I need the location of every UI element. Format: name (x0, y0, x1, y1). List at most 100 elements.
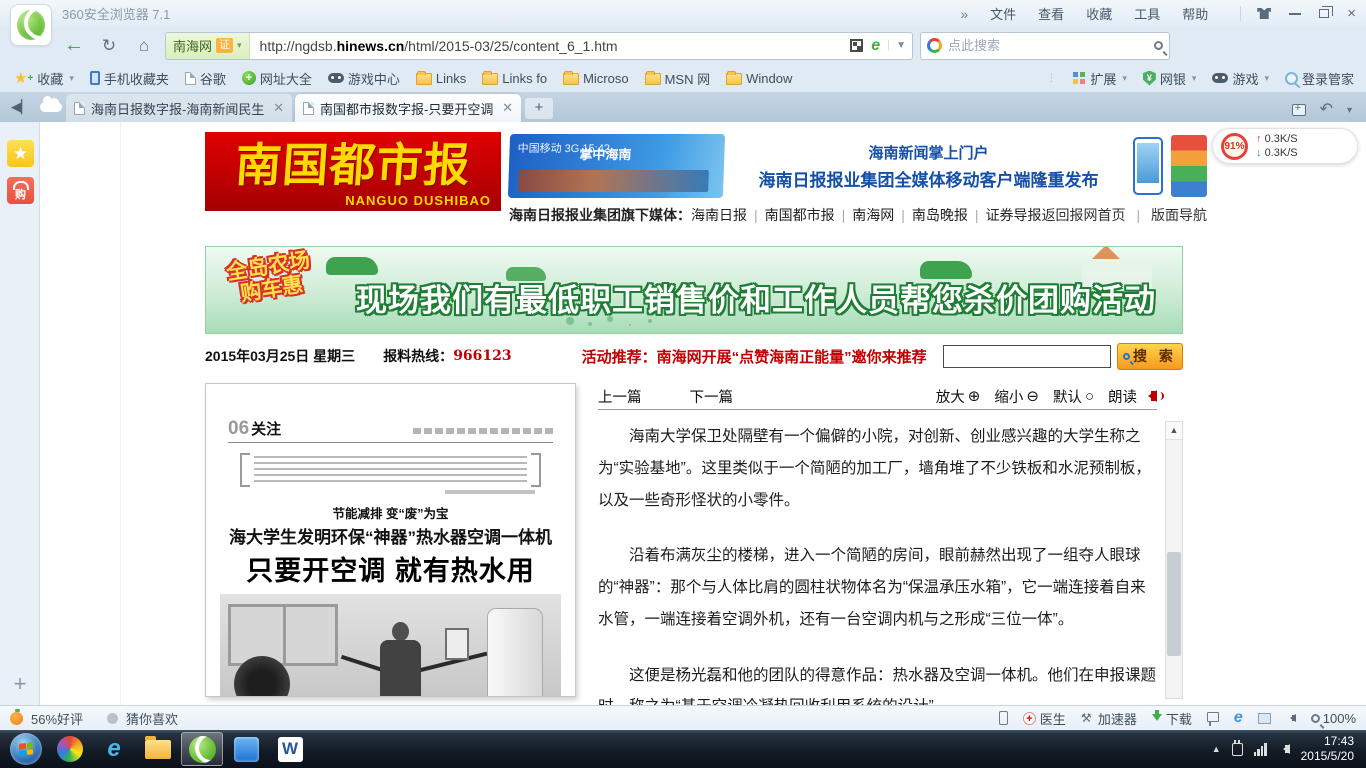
back-button[interactable]: ← (60, 33, 88, 59)
next-article-link[interactable]: 下一篇 (690, 386, 734, 407)
login-manager-button[interactable]: 登录管家 (1285, 69, 1354, 88)
rating-label[interactable]: 56%好评 (31, 709, 83, 728)
windows-flag-icon (19, 742, 33, 755)
tab-close-icon[interactable]: ✕ (273, 100, 284, 116)
tab-hainan-daily[interactable]: 海南日报数字报-海南新闻民生 ✕ (66, 94, 292, 122)
mobile-icon[interactable] (999, 711, 1008, 725)
tab-menu-chevron-icon[interactable]: ▾ (1347, 105, 1352, 116)
zoom-control[interactable]: 100% (1311, 711, 1356, 726)
restore-tab-icon[interactable] (1292, 104, 1306, 116)
doctor-button[interactable]: +医生 (1023, 709, 1066, 728)
report-flag-icon[interactable] (1207, 712, 1219, 722)
bookmark-google[interactable]: 谷歌 (185, 69, 226, 88)
tray-expand-icon[interactable]: ▲ (1212, 744, 1221, 754)
zoom-in-button[interactable]: 放大⊕ (936, 386, 981, 407)
speed-indicator[interactable]: 91% ↑ 0.3K/S ↓ 0.3K/S (1212, 128, 1358, 164)
suggest-label[interactable]: 猜你喜欢 (126, 709, 178, 728)
undo-close-icon[interactable]: ↶ (1320, 102, 1333, 118)
skin-icon[interactable] (1257, 8, 1271, 19)
games-button[interactable]: 游戏▾ (1212, 69, 1269, 88)
mute-icon[interactable] (1286, 714, 1296, 722)
bookmark-folder-linksfo[interactable]: Links fo (482, 71, 547, 86)
bookmark-navsite[interactable]: +网址大全 (242, 69, 312, 88)
page-nav-link[interactable]: 版面导航 (1151, 207, 1207, 223)
app-ad-banner[interactable]: 中国移动 3G 15:42 掌中海南 海南新闻掌上门户 海南日报报业集团全媒体移… (509, 132, 1207, 200)
menu-view[interactable]: 查看 (1038, 4, 1064, 23)
prev-article-link[interactable]: 上一篇 (598, 386, 642, 407)
restore-button[interactable] (1319, 9, 1329, 18)
menu-overflow-icon[interactable]: » (960, 6, 968, 22)
signal-bars-icon[interactable] (1254, 743, 1267, 756)
taskbar-word-icon[interactable]: W (269, 732, 311, 766)
close-button[interactable]: × (1347, 6, 1356, 21)
download-icon (1152, 714, 1162, 726)
extensions-button[interactable]: 扩展▾ (1073, 69, 1127, 88)
bookmark-folder-links[interactable]: Links (416, 71, 466, 86)
ie-mode-icon[interactable]: e (1234, 710, 1243, 726)
accelerator-button[interactable]: ⚒加速器 (1081, 709, 1137, 728)
menu-file[interactable]: 文件 (990, 4, 1016, 23)
refresh-button[interactable]: ↻ (95, 33, 123, 59)
promo-ad-banner[interactable]: 全岛农场 购车惠 现场我们有最低职工销售价和工作人员帮您杀价团购活动 (205, 246, 1183, 334)
compat-mode-icon[interactable]: e (871, 38, 880, 54)
download-button[interactable]: 下载 (1152, 709, 1192, 728)
tab-nanguo-dushibao[interactable]: 南国都市报数字报-只要开空调 ✕ (295, 94, 521, 122)
tray-clock[interactable]: 17:43 2015/5/20 (1301, 734, 1354, 764)
site-search-button[interactable]: 搜 索 (1117, 343, 1183, 370)
back-home-link[interactable]: 返回报网首页 (1042, 207, 1126, 223)
bookmark-folder-microso[interactable]: Microso (563, 71, 629, 86)
search-box[interactable] (920, 32, 1170, 60)
article-scrollbar[interactable]: ▲ (1165, 421, 1183, 699)
bookmark-game-center[interactable]: 游戏中心 (328, 69, 400, 88)
media-link-securities[interactable]: 证券导报 (986, 205, 1042, 225)
browser-logo-icon[interactable] (10, 4, 52, 46)
scroll-up-icon[interactable]: ▲ (1166, 422, 1182, 440)
volume-icon[interactable] (1278, 744, 1290, 754)
read-aloud-button[interactable]: 朗读 (1108, 386, 1157, 407)
taskbar-sogou-icon[interactable] (49, 732, 91, 766)
search-icon[interactable] (1154, 41, 1163, 50)
chevron-down-icon: ▾ (1264, 73, 1269, 84)
site-identity-badge[interactable]: 南海网 证 ▾ (166, 33, 250, 59)
taskbar-explorer-icon[interactable] (137, 732, 179, 766)
newspaper-page-thumbnail[interactable]: 06 关注 节能减排 变“废”为宝 海大学生发明环保“神器”热水器空调一体机 只… (205, 383, 576, 697)
shopping-panel-button[interactable]: 购 (7, 177, 34, 204)
home-button[interactable]: ⌂ (130, 33, 158, 59)
menu-tools[interactable]: 工具 (1134, 4, 1160, 23)
search-input[interactable] (948, 38, 1148, 53)
taskbar-communicator-icon[interactable] (225, 732, 267, 766)
media-link-nandao[interactable]: 南岛晚报 (912, 205, 968, 225)
newspaper-logo[interactable]: 南国都市报 NANGUO DUSHIBAO (205, 132, 501, 211)
default-size-button[interactable]: 默认○ (1053, 386, 1094, 407)
zoom-out-button[interactable]: 缩小⊖ (994, 386, 1039, 407)
site-search-input[interactable] (943, 345, 1111, 368)
netbank-button[interactable]: ¥网银▾ (1143, 69, 1197, 88)
taskbar-ie-icon[interactable]: e (93, 732, 135, 766)
bookmark-folder-msn[interactable]: MSN 网 (645, 69, 711, 88)
menu-favorites[interactable]: 收藏 (1086, 4, 1112, 23)
url-dropdown-icon[interactable]: ▼ (888, 40, 906, 51)
scrollbar-thumb[interactable] (1167, 552, 1181, 656)
start-button[interactable] (10, 733, 42, 765)
new-tab-button[interactable]: + (525, 98, 553, 119)
menu-help[interactable]: 帮助 (1182, 4, 1208, 23)
media-link-hainan-daily[interactable]: 海南日报 (691, 205, 747, 225)
tab-close-icon[interactable]: ✕ (502, 100, 513, 116)
window-split-icon[interactable] (1258, 713, 1271, 724)
bookmark-mobile-favorites[interactable]: 手机收藏夹 (90, 69, 169, 88)
address-bar[interactable]: 南海网 证 ▾ http://ngdsb.hinews.cn/html/2015… (165, 32, 913, 60)
media-link-hinews[interactable]: 南海网 (852, 205, 894, 225)
cloud-sync-icon[interactable] (36, 92, 66, 122)
taskbar-360browser-icon[interactable] (181, 732, 223, 766)
url-text[interactable]: http://ngdsb.hinews.cn/html/2015-03/25/c… (250, 38, 628, 54)
qr-code-icon[interactable] (850, 39, 863, 52)
minimize-button[interactable] (1289, 13, 1301, 15)
media-link-nanguo[interactable]: 南国都市报 (765, 205, 835, 225)
add-panel-button[interactable]: + (0, 671, 40, 697)
network-plug-icon[interactable] (1232, 743, 1243, 756)
bookmark-folder-window[interactable]: Window (726, 71, 792, 86)
activity-promo-link[interactable]: 活动推荐：南海网开展“点赞海南正能量”邀你来推荐 (582, 346, 927, 367)
favorites-panel-button[interactable]: ★ (7, 140, 34, 167)
bookmark-favorites[interactable]: ★+收藏▾ (14, 69, 74, 88)
tab-list-icon[interactable]: ◀▏ (6, 92, 36, 122)
